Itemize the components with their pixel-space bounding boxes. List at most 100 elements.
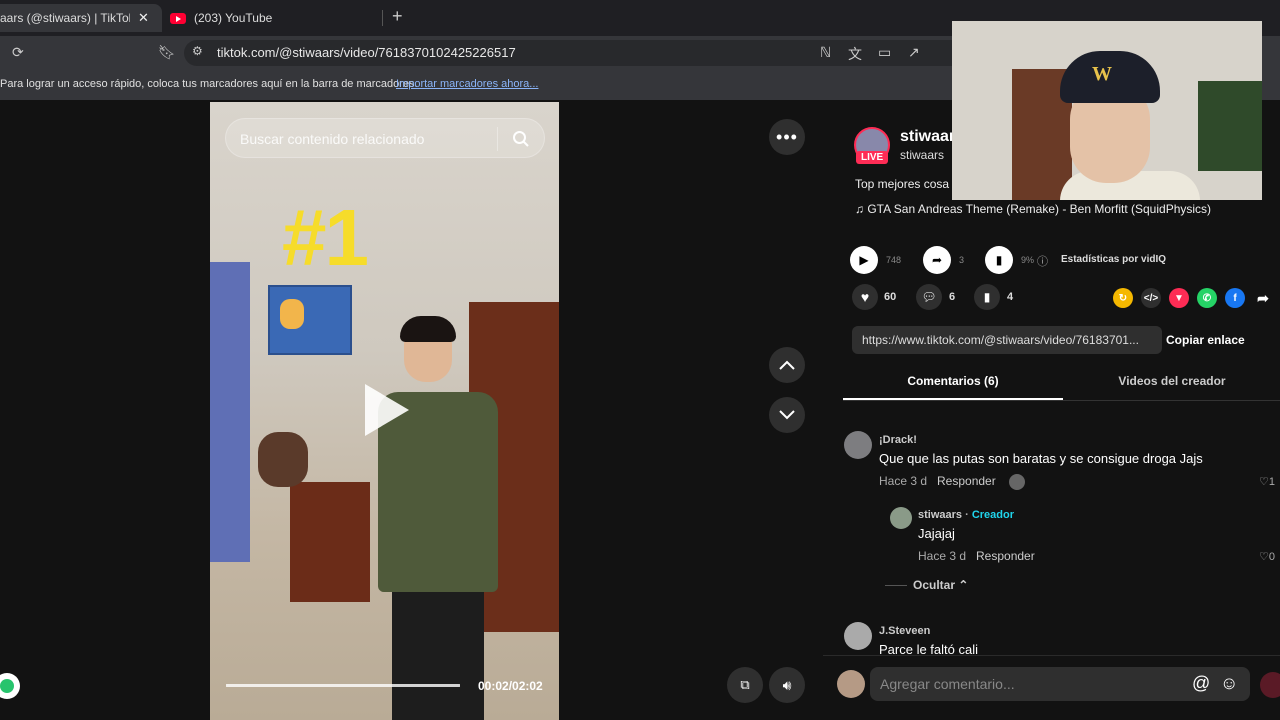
video-person-legs [392, 572, 484, 720]
mention-icon[interactable]: @ [1192, 673, 1210, 694]
comment-text: Que que las putas son baratas y se consi… [879, 451, 1203, 466]
cap-logo: W [1092, 63, 1112, 85]
comment-username[interactable]: ¡Drack! [879, 434, 917, 446]
embed-icon[interactable]: </> [1141, 288, 1161, 308]
comment-button[interactable]: 💬︎ [916, 284, 942, 310]
my-avatar [837, 670, 865, 698]
site-settings-icon[interactable]: ⚙ [192, 44, 203, 58]
creator-handle[interactable]: stiwaars [900, 148, 944, 162]
new-tab-icon[interactable]: + [392, 6, 403, 27]
tab-divider [382, 10, 383, 26]
miniplayer-button[interactable]: ⧉ [727, 667, 763, 703]
analytics-stat: ▮ [985, 246, 1013, 274]
reply-username[interactable]: stiwaars · Creador [918, 509, 1014, 521]
cast-icon[interactable]: ▭ [878, 44, 891, 61]
previous-video-button[interactable] [769, 347, 805, 383]
reply-avatar[interactable] [890, 507, 912, 529]
volume-button[interactable]: 🔊︎ [769, 667, 805, 703]
miniplayer-icon: ⧉ [740, 677, 750, 692]
video-description: Top mejores cosa [855, 177, 950, 191]
reply-reply-button[interactable]: Responder [976, 549, 1035, 563]
related-search-input[interactable]: Buscar contenido relacionado [225, 118, 545, 158]
search-divider [497, 127, 498, 151]
whatsapp-icon[interactable]: ✆ [1197, 288, 1217, 308]
send-to-friends-icon[interactable]: ▼ [1169, 288, 1189, 308]
shares-stat: ➦ [923, 246, 951, 274]
play-icon[interactable] [365, 384, 409, 436]
reply-time: Hace 3 d [918, 549, 967, 563]
tab-tiktok[interactable]: aars (@stiwaars) | TikTok ✕ [0, 4, 162, 32]
more-options-button[interactable]: ••• [769, 119, 805, 155]
comment-input[interactable]: Agregar comentario... @ ☺ [870, 667, 1250, 701]
chevron-up-icon [779, 360, 795, 370]
heart-outline-icon: ♡ [1259, 551, 1269, 563]
save-button[interactable]: ▮ [974, 284, 1000, 310]
more-icon: ••• [776, 127, 798, 147]
video-link-box[interactable]: https://www.tiktok.com/@stiwaars/video/7… [852, 326, 1162, 354]
repost-icon[interactable]: ↻ [1113, 288, 1133, 308]
video-progress-bar[interactable] [226, 684, 460, 687]
search-icon[interactable] [512, 130, 530, 148]
tab-comments[interactable]: Comentarios (6) [843, 374, 1063, 388]
translate-icon[interactable]: 文 [848, 44, 862, 64]
more-share-icon[interactable]: ➦ [1253, 288, 1273, 308]
video-link: https://www.tiktok.com/@stiwaars/video/7… [862, 333, 1139, 347]
comment-avatar[interactable] [844, 431, 872, 459]
tab-youtube[interactable]: (203) YouTube [170, 4, 380, 32]
reload-icon[interactable]: ⟳ [12, 44, 24, 61]
webcam-overlay: W [952, 21, 1262, 200]
comment-username[interactable]: J.Steveen [879, 625, 930, 637]
engagement-percent: 9% [1021, 255, 1035, 265]
hide-replies-button[interactable]: Ocultar ⌃ [913, 578, 968, 592]
vidiq-stats-label[interactable]: Estadísticas por vidIQ [1061, 254, 1166, 265]
bookmark-icon[interactable]: 🔖︎ [158, 44, 176, 61]
tab-divider-line [843, 400, 1280, 401]
video-person-hair [400, 316, 456, 342]
webcam-shelf [1198, 81, 1262, 171]
reply-like-count: 0 [1268, 551, 1275, 563]
import-bookmarks-link[interactable]: Importar marcadores ahora... [396, 78, 538, 90]
copy-link-button[interactable]: Copiar enlace [1166, 333, 1245, 347]
music-note-icon: ♫ [855, 202, 868, 216]
comment-count: 6 [949, 291, 956, 303]
active-tab-indicator [843, 398, 1063, 400]
next-video-button[interactable] [769, 397, 805, 433]
video-poster [268, 285, 352, 355]
music-info[interactable]: ♫ GTA San Andreas Theme (Remake) - Ben M… [855, 202, 1211, 216]
volume-icon: 🔊︎ [782, 676, 792, 693]
bar-chart-icon: ▮ [995, 253, 1003, 267]
no-translate-icon[interactable]: ℕ [820, 44, 831, 61]
hide-label: Ocultar [913, 578, 956, 592]
url-text[interactable]: tiktok.com/@stiwaars/video/7618370102425… [217, 45, 516, 60]
like-button[interactable]: ♥ [852, 284, 878, 310]
video-wall [210, 262, 250, 562]
comment-avatar[interactable] [844, 622, 872, 650]
live-badge: LIVE [856, 151, 889, 164]
chevron-up-icon: ⌃ [958, 578, 969, 592]
tab-creator-videos[interactable]: Videos del creador [1062, 374, 1280, 388]
comment-like-button[interactable]: ♡1 [1259, 475, 1275, 488]
chevron-down-icon [779, 410, 795, 420]
send-comment-button[interactable] [1260, 672, 1280, 698]
play-icon: ▶ [859, 253, 869, 267]
video-time: 00:02/02:02 [478, 679, 543, 693]
tab-title: aars (@stiwaars) | TikTok [0, 11, 130, 25]
creator-tag: Creador [971, 509, 1014, 521]
facebook-icon[interactable]: f [1225, 288, 1245, 308]
webcam-person-cap: W [1060, 51, 1160, 103]
reply-button[interactable]: Responder [937, 474, 996, 488]
search-placeholder: Buscar contenido relacionado [240, 131, 425, 147]
emoji-icon[interactable]: ☺ [1220, 673, 1238, 694]
comment-like-count: 1 [1268, 476, 1275, 488]
comment-time: Hace 3 d [879, 474, 928, 488]
share-icon[interactable]: ↗ [908, 44, 920, 61]
info-icon[interactable]: ⓘ [1037, 253, 1048, 269]
reply-like-button[interactable]: ♡0 [1259, 550, 1275, 563]
video-plush [258, 432, 308, 487]
comment-placeholder: Agregar comentario... [880, 676, 1015, 692]
heart-outline-icon: ♡ [1259, 476, 1269, 488]
comment-bubble-icon: 💬︎ [921, 290, 937, 304]
heart-icon: ♥ [860, 289, 870, 305]
close-tab-icon[interactable]: ✕ [138, 10, 149, 26]
share-arrow-icon: ➦ [931, 253, 943, 267]
